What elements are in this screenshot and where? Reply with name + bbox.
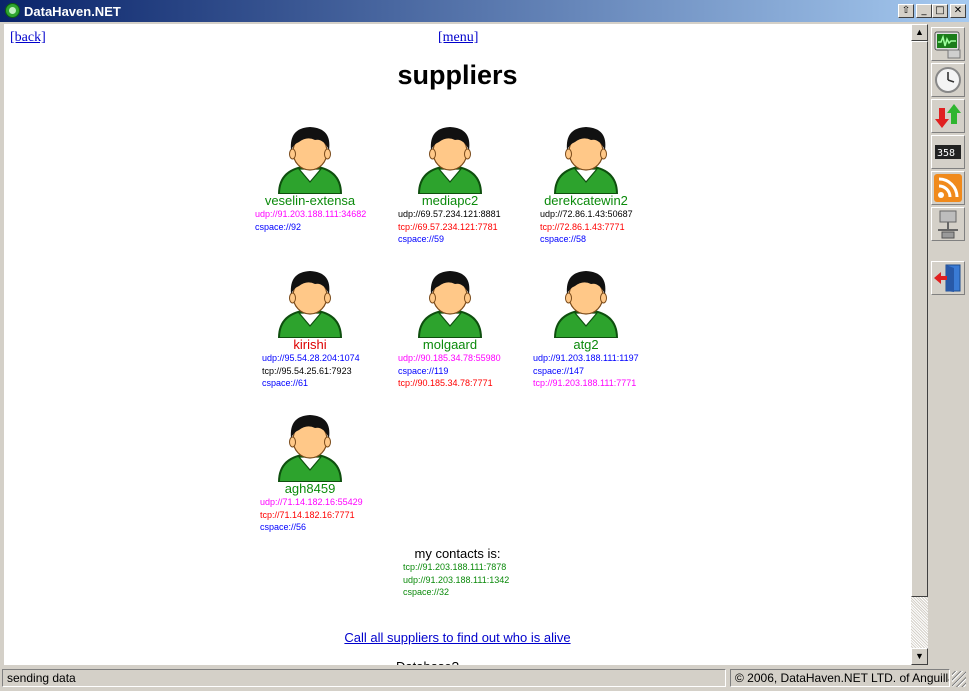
contact-address: tcp://91.203.188.111:7878 — [403, 562, 507, 572]
supplier-address: udp://91.203.188.111:1197 — [533, 353, 639, 363]
network-icon — [938, 210, 958, 239]
rss-button[interactable] — [931, 171, 965, 205]
user-avatar-icon — [277, 271, 343, 338]
clock-button[interactable] — [931, 63, 965, 97]
counter-button[interactable]: 358 — [931, 135, 965, 169]
supplier-address: tcp://71.14.182.16:7771 — [260, 509, 355, 520]
supplier-address: cspace://61 — [262, 378, 309, 388]
transfer-arrows-icon — [935, 104, 961, 128]
vertical-scrollbar[interactable]: ▲ ▼ — [911, 24, 928, 665]
supplier-card[interactable]: kirishi udp://95.54.28.204:1074 tcp://95.5… — [240, 268, 380, 390]
network-button[interactable] — [931, 207, 965, 241]
scroll-down-icon[interactable]: ▼ — [911, 648, 928, 665]
restore-icon[interactable]: ⇧ — [898, 4, 914, 18]
menu-link[interactable]: [menu] — [438, 30, 478, 46]
supplier-name[interactable]: molgaard — [380, 337, 520, 352]
svg-text:358: 358 — [937, 148, 955, 159]
supplier-address: udp://91.203.188.111:34682 — [255, 209, 367, 219]
scroll-track[interactable] — [911, 597, 928, 648]
exit-button[interactable] — [931, 261, 965, 295]
supplier-card[interactable]: agh8459 udp://71.14.182.16:55429 tcp://71.… — [240, 412, 380, 534]
supplier-address: cspace://56 — [260, 522, 307, 532]
supplier-address: cspace://147 — [533, 365, 585, 376]
supplier-address: tcp://69.57.234.121:7781 — [398, 221, 498, 232]
app-logo-icon — [5, 3, 20, 18]
user-avatar-icon — [277, 127, 343, 194]
supplier-card[interactable]: mediapc2 udp://69.57.234.121:8881 tcp://69… — [380, 124, 520, 246]
supplier-address: udp://72.86.1.43:50687 — [540, 209, 633, 219]
monitor-button[interactable] — [931, 27, 965, 61]
call-suppliers-row: Call all suppliers to find out who is al… — [4, 630, 911, 645]
user-avatar-icon — [553, 271, 619, 338]
supplier-address: tcp://95.54.25.61:7923 — [262, 365, 352, 376]
user-avatar-icon — [553, 127, 619, 194]
clock-icon — [935, 67, 961, 93]
contacts-label: my contacts is: — [414, 546, 501, 561]
exit-door-icon — [934, 264, 961, 292]
supplier-name[interactable]: derekcatewin2 — [516, 193, 656, 208]
supplier-card[interactable]: derekcatewin2 udp://72.86.1.43:50687 tcp:/… — [516, 124, 656, 246]
call-suppliers-link[interactable]: Call all suppliers to find out who is al… — [344, 630, 570, 645]
counter-icon: 358 — [935, 145, 961, 159]
minimize-button[interactable]: _ — [916, 4, 932, 18]
supplier-address: tcp://72.86.1.43:7771 — [540, 221, 625, 232]
supplier-address: cspace://92 — [255, 221, 302, 232]
supplier-name[interactable]: agh8459 — [240, 481, 380, 496]
resize-grip[interactable] — [952, 671, 966, 687]
scroll-up-icon[interactable]: ▲ — [911, 24, 928, 41]
supplier-card[interactable]: molgaard udp://90.185.34.78:55980 cspace:/… — [380, 268, 520, 390]
right-toolbar: 358 — [928, 24, 969, 665]
rss-icon — [934, 174, 962, 202]
user-avatar-icon — [417, 127, 483, 194]
supplier-address: udp://90.185.34.78:55980 — [398, 353, 501, 363]
page-title: suppliers — [397, 60, 518, 90]
supplier-address: tcp://90.185.34.78:7771 — [398, 378, 493, 388]
truncated-text: Database? — [396, 660, 459, 665]
supplier-name[interactable]: veselin-extensa — [240, 193, 380, 208]
main-content: [back] [menu] suppliers veselin-extensa u… — [4, 24, 911, 665]
supplier-address: cspace://119 — [398, 365, 449, 376]
close-button[interactable]: ✕ — [950, 4, 966, 18]
supplier-address: udp://71.14.182.16:55429 — [260, 497, 363, 507]
supplier-card[interactable]: atg2 udp://91.203.188.111:1197 cspace://14… — [516, 268, 656, 390]
monitor-icon — [934, 31, 961, 59]
supplier-address: udp://69.57.234.121:8881 — [398, 209, 501, 219]
title-bar[interactable]: DataHaven.NET ⇧ _ □ ✕ — [0, 0, 969, 22]
contact-address: cspace://32 — [403, 587, 450, 597]
contact-address: udp://91.203.188.111:1342 — [403, 574, 510, 585]
window-title: DataHaven.NET — [24, 4, 121, 19]
status-text: sending data — [2, 669, 726, 687]
user-avatar-icon — [277, 415, 343, 482]
supplier-address: cspace://58 — [540, 234, 587, 244]
back-link[interactable]: [back] — [10, 30, 46, 46]
supplier-name[interactable]: mediapc2 — [380, 193, 520, 208]
supplier-address: udp://95.54.28.204:1074 — [262, 353, 360, 363]
app-window: DataHaven.NET ⇧ _ □ ✕ [back] [menu] supp… — [0, 0, 969, 691]
transfer-button[interactable] — [931, 99, 965, 133]
supplier-name[interactable]: atg2 — [516, 337, 656, 352]
status-bar: sending data © 2006, DataHaven.NET LTD. … — [0, 667, 969, 691]
user-avatar-icon — [417, 271, 483, 338]
scroll-thumb[interactable] — [911, 41, 928, 597]
copyright-text: © 2006, DataHaven.NET LTD. of Anguilla. — [730, 669, 950, 687]
supplier-address: cspace://59 — [398, 234, 445, 244]
supplier-name[interactable]: kirishi — [240, 337, 380, 352]
maximize-button[interactable]: □ — [932, 4, 948, 18]
supplier-address: tcp://91.203.188.111:7771 — [533, 378, 637, 388]
supplier-card[interactable]: veselin-extensa udp://91.203.188.111:3468… — [240, 124, 380, 233]
contacts-list: tcp://91.203.188.111:7878 udp://91.203.1… — [403, 561, 509, 599]
